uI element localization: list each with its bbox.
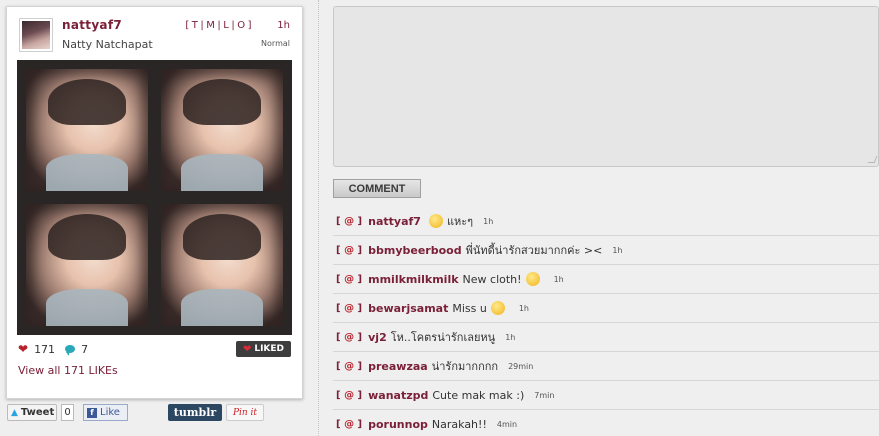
comment-time: 1h xyxy=(612,245,623,255)
reply-at-button[interactable]: [ @ ] xyxy=(336,303,362,314)
smile-emoji-icon xyxy=(525,272,540,286)
comment-username[interactable]: bewarjsamat xyxy=(368,302,448,315)
twitter-bird-icon: ▲ xyxy=(11,407,18,418)
post-card: nattyaf7 Natty Natchapat [T|M|L|O] 1h No… xyxy=(6,6,303,399)
comment-row: [ @ ] bbmybeerbood พี่นัทดี้น่ารักสวยมาก… xyxy=(333,236,879,265)
facebook-like-button[interactable]: f Like xyxy=(83,404,128,421)
reply-at-button[interactable]: [ @ ] xyxy=(336,216,362,227)
like-label: Like xyxy=(100,407,120,418)
post-username[interactable]: nattyaf7 xyxy=(62,18,122,32)
comment-row: [ @ ] vj2 โห..โคตรน่ารักเลยหนู 1h xyxy=(333,323,879,352)
comment-username[interactable]: porunnop xyxy=(368,418,428,431)
comment-row: [ @ ] preawzaa น่ารักมากกกก 29min xyxy=(333,352,879,381)
reply-at-button[interactable]: [ @ ] xyxy=(336,274,362,285)
photo-tile xyxy=(26,69,148,191)
reply-at-button[interactable]: [ @ ] xyxy=(336,245,362,256)
comment-row: [ @ ] nattyaf7 แหะๆ 1h xyxy=(333,207,879,236)
post-time: 1h xyxy=(277,20,290,31)
comment-textarea[interactable] xyxy=(333,6,879,167)
comments-count: 7 xyxy=(81,342,89,356)
post-photo[interactable] xyxy=(17,60,292,335)
comment-button[interactable]: COMMENT xyxy=(333,179,421,198)
comment-row: [ @ ] porunnop Narakah!! 4min xyxy=(333,410,879,436)
facebook-icon: f xyxy=(87,407,97,418)
reply-at-button[interactable]: [ @ ] xyxy=(336,390,362,401)
post-stats: ❤ 171 7 xyxy=(18,342,88,356)
comment-row: [ @ ] mmilkmilkmilk New cloth! 1h xyxy=(333,265,879,294)
comment-time: 4min xyxy=(496,419,518,429)
tweet-button[interactable]: ▲ Tweet xyxy=(7,404,57,421)
heart-icon: ❤ xyxy=(242,343,252,355)
comment-time: 29min xyxy=(508,361,534,371)
avatar-image xyxy=(22,21,50,49)
view-all-likes-link[interactable]: View all 171 LIKEs xyxy=(18,364,118,377)
photo-tile xyxy=(26,204,148,326)
heart-icon: ❤ xyxy=(18,342,29,356)
comment-username[interactable]: nattyaf7 xyxy=(368,215,421,228)
reply-at-button[interactable]: [ @ ] xyxy=(336,332,362,343)
tumblr-button[interactable]: tumblr xyxy=(168,404,222,421)
tweet-count: 0 xyxy=(61,404,74,421)
comment-bubble-icon xyxy=(65,345,76,356)
reply-at-button[interactable]: [ @ ] xyxy=(336,361,362,372)
tweet-label: Tweet xyxy=(20,407,55,418)
comment-username[interactable]: vj2 xyxy=(368,331,387,344)
avatar[interactable] xyxy=(19,18,53,52)
comment-text: New cloth! xyxy=(462,272,522,286)
comment-time: 7min xyxy=(534,390,555,400)
comment-text: พี่นัทดี้น่ารักสวยมากกค่ะ >< xyxy=(465,244,603,257)
reply-at-button[interactable]: [ @ ] xyxy=(336,419,362,430)
comment-row: [ @ ] wanatzpd Cute mak mak :) 7min xyxy=(333,381,879,410)
comment-username[interactable]: bbmybeerbood xyxy=(368,244,461,257)
likes-count: 171 xyxy=(34,342,56,356)
comment-text: Cute mak mak :) xyxy=(432,388,525,402)
comment-username[interactable]: mmilkmilkmilk xyxy=(368,273,458,286)
tmlo-links[interactable]: [T|M|L|O] xyxy=(185,20,254,31)
comment-time: 1h xyxy=(483,216,494,226)
liked-label: LIKED xyxy=(254,344,285,354)
kiss-emoji-icon xyxy=(490,301,505,315)
comment-username[interactable]: wanatzpd xyxy=(368,389,428,402)
liked-button[interactable]: ❤ LIKED xyxy=(236,341,291,357)
comment-text: Narakah!! xyxy=(431,417,487,431)
comment-username[interactable]: preawzaa xyxy=(368,360,428,373)
comment-list: [ @ ] nattyaf7 แหะๆ 1h [ @ ] bbmybeerboo… xyxy=(333,207,879,436)
comment-text: แหะๆ xyxy=(446,215,474,228)
comment-text: โห..โคตรน่ารักเลยหนู xyxy=(390,331,496,344)
comment-time: 1h xyxy=(505,332,516,342)
grin-emoji-icon xyxy=(428,214,443,228)
photo-tile xyxy=(161,204,283,326)
comment-row: [ @ ] bewarjsamat Miss u 1h xyxy=(333,294,879,323)
comment-text: Miss u xyxy=(452,301,487,315)
column-divider xyxy=(318,0,319,436)
photo-tile xyxy=(161,69,283,191)
comment-time: 1h xyxy=(553,274,564,284)
filter-label: Normal xyxy=(261,39,290,48)
post-fullname: Natty Natchapat xyxy=(62,38,153,51)
comment-time: 1h xyxy=(518,303,530,313)
comment-text: น่ารักมากกกก xyxy=(431,360,499,373)
pinit-button[interactable]: Pin it xyxy=(226,404,264,421)
